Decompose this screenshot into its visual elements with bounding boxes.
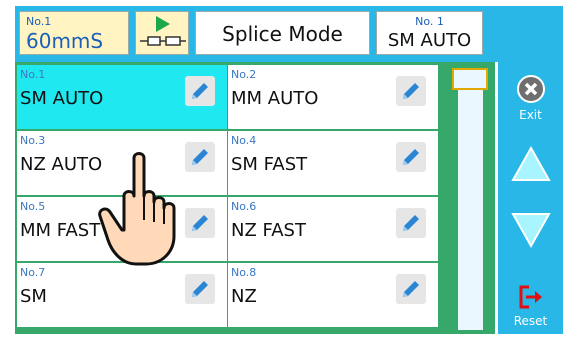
reset-button[interactable]: Reset xyxy=(498,284,563,328)
mode-name: NZ AUTO xyxy=(20,154,103,175)
side-nav: Exit Reset xyxy=(498,62,563,334)
mode-number: No.8 xyxy=(231,266,257,279)
hand-pointer-icon xyxy=(98,152,176,266)
mode-number: No.1 xyxy=(20,68,46,81)
current-mode-number: No. 1 xyxy=(415,15,444,28)
page-title: Splice Mode xyxy=(222,22,343,46)
mode-number: No.3 xyxy=(20,134,46,147)
scroll-down-button[interactable] xyxy=(498,210,563,254)
mode-name: NZ FAST xyxy=(231,220,306,241)
speed-index: No.1 xyxy=(26,15,52,28)
exit-button[interactable]: Exit xyxy=(498,74,563,122)
triangle-down-icon xyxy=(510,213,551,249)
splice-mode-screen: No.1 60mmS Splice Mode No. 1 SM AUTO No.… xyxy=(0,0,574,338)
title-bar: No.1 60mmS Splice Mode No. 1 SM AUTO xyxy=(15,6,563,62)
mode-number: No.4 xyxy=(231,134,257,147)
mode-item-8[interactable]: No.8 NZ xyxy=(228,263,438,327)
reset-exit-icon xyxy=(519,285,542,309)
close-circle-icon xyxy=(516,75,545,103)
edit-button[interactable] xyxy=(396,76,426,106)
speed-indicator[interactable]: No.1 60mmS xyxy=(19,11,129,55)
mode-number: No.2 xyxy=(231,68,257,81)
edit-button[interactable] xyxy=(396,142,426,172)
speed-value: 60mmS xyxy=(26,29,104,53)
reset-label: Reset xyxy=(513,314,548,328)
mode-name: MM FAST xyxy=(20,220,101,241)
mode-item-1[interactable]: No.1 SM AUTO xyxy=(17,65,227,129)
pencil-icon xyxy=(192,83,208,99)
current-mode-box: No. 1 SM AUTO xyxy=(376,11,483,55)
edit-button[interactable] xyxy=(396,208,426,238)
arc-test-button[interactable] xyxy=(135,11,189,55)
pencil-icon xyxy=(403,215,419,231)
pencil-icon xyxy=(403,281,419,297)
pencil-icon xyxy=(403,149,419,165)
mode-item-7[interactable]: No.7 SM xyxy=(17,263,227,327)
mode-name: SM xyxy=(20,286,47,307)
edit-button[interactable] xyxy=(185,274,215,304)
mode-number: No.5 xyxy=(20,200,46,213)
edit-button[interactable] xyxy=(185,76,215,106)
mode-item-2[interactable]: No.2 MM AUTO xyxy=(228,65,438,129)
scrollbar-thumb[interactable] xyxy=(452,68,488,90)
mode-item-6[interactable]: No.6 NZ FAST xyxy=(228,197,438,261)
mode-number: No.6 xyxy=(231,200,257,213)
triangle-up-icon xyxy=(510,145,551,181)
mode-name: MM AUTO xyxy=(231,88,319,109)
mode-name: SM FAST xyxy=(231,154,308,175)
mode-item-4[interactable]: No.4 SM FAST xyxy=(228,131,438,195)
scrollbar-track[interactable] xyxy=(458,68,483,330)
mode-list: No.1 SM AUTO No.2 MM AUTO No.3 NZ AUTO N… xyxy=(15,62,495,334)
mode-name: SM AUTO xyxy=(20,88,104,109)
pencil-icon xyxy=(403,83,419,99)
exit-label: Exit xyxy=(519,108,542,122)
edit-button[interactable] xyxy=(396,274,426,304)
mode-name: NZ xyxy=(231,286,257,307)
pencil-icon xyxy=(192,281,208,297)
current-mode-name: SM AUTO xyxy=(387,30,472,51)
mode-title-box: Splice Mode xyxy=(195,11,370,55)
scroll-up-button[interactable] xyxy=(498,144,563,188)
arc-play-icon xyxy=(140,16,186,46)
mode-number: No.7 xyxy=(20,266,46,279)
